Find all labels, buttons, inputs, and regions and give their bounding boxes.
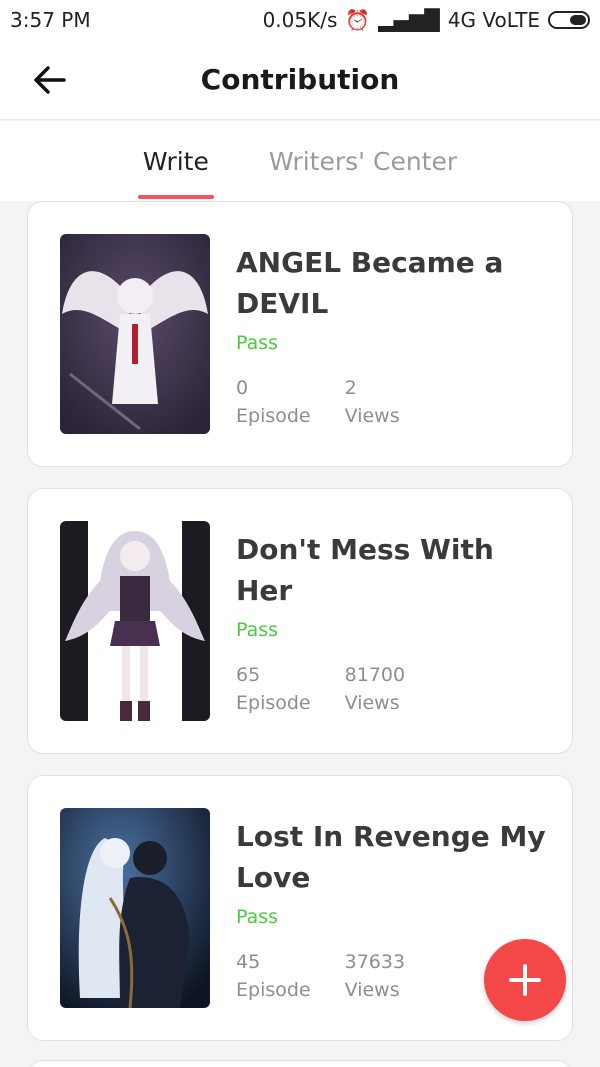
tab-bar: Write Writers' Center xyxy=(0,121,600,201)
views-label: Views xyxy=(344,692,400,714)
episode-stat: 45 Episode xyxy=(236,948,311,1004)
views-count: 37633 xyxy=(344,951,406,973)
signal-icon: ▂▄▆█ xyxy=(378,8,440,32)
book-title-line: DEVIL xyxy=(236,287,329,320)
add-book-button[interactable] xyxy=(484,939,566,1021)
back-button[interactable] xyxy=(28,58,72,102)
book-info: Lost In Revenge My Love Pass xyxy=(236,816,556,928)
book-card-partial[interactable] xyxy=(27,1060,573,1067)
status-indicators: 0.05K/s ⏰ ▂▄▆█ 4G VoLTE xyxy=(263,8,590,32)
book-status: Pass xyxy=(236,619,279,641)
episode-label: Episode xyxy=(236,692,311,714)
views-stat: 37633 Views xyxy=(345,948,405,1004)
tab-writers-center[interactable]: Writers' Center xyxy=(269,121,457,201)
episode-label: Episode xyxy=(236,979,311,1001)
book-title: Don't Mess With Her xyxy=(236,529,556,611)
book-title-line: Lost In Revenge My xyxy=(236,820,546,853)
book-title-line: Love xyxy=(236,861,311,894)
book-info: ANGEL Became a DEVIL Pass xyxy=(236,242,556,354)
battery-icon xyxy=(548,11,590,29)
episode-count: 0 xyxy=(236,377,249,399)
episode-count: 65 xyxy=(236,664,261,686)
episode-stat: 65 Episode xyxy=(236,661,311,717)
episode-label: Episode xyxy=(236,405,311,427)
arrow-left-icon xyxy=(34,66,66,94)
network-speed: 0.05K/s xyxy=(262,8,338,32)
views-label: Views xyxy=(344,405,400,427)
episode-stat: 0 Episode xyxy=(236,374,311,430)
plus-icon xyxy=(509,964,541,996)
book-info: Don't Mess With Her Pass xyxy=(236,529,556,641)
book-cover xyxy=(60,521,210,721)
book-card[interactable]: ANGEL Became a DEVIL Pass 0 Episode 2 Vi… xyxy=(27,201,573,467)
alarm-icon: ⏰ xyxy=(345,8,371,32)
views-count: 81700 xyxy=(344,664,406,686)
book-title: ANGEL Became a DEVIL xyxy=(236,242,556,324)
episode-count: 45 xyxy=(236,951,261,973)
views-label: Views xyxy=(344,979,400,1001)
book-status: Pass xyxy=(236,906,279,928)
book-cover xyxy=(60,234,210,434)
status-time: 3:57 PM xyxy=(10,8,91,32)
app-bar: Contribution xyxy=(0,40,600,120)
book-cover xyxy=(60,808,210,1008)
book-stats: 65 Episode 81700 Views xyxy=(236,661,405,717)
views-stat: 81700 Views xyxy=(345,661,405,717)
network-type: 4G VoLTE xyxy=(447,8,540,32)
book-stats: 0 Episode 2 Views xyxy=(236,374,400,430)
book-stats: 45 Episode 37633 Views xyxy=(236,948,405,1004)
status-bar: 3:57 PM 0.05K/s ⏰ ▂▄▆█ 4G VoLTE xyxy=(0,0,600,40)
book-title: Lost In Revenge My Love xyxy=(236,816,556,898)
page-title: Contribution xyxy=(200,63,400,96)
views-stat: 2 Views xyxy=(345,374,400,430)
views-count: 2 xyxy=(344,377,357,399)
book-title-line: Don't Mess With Her xyxy=(236,533,494,607)
tab-write[interactable]: Write xyxy=(143,121,209,201)
book-status: Pass xyxy=(236,332,279,354)
book-card[interactable]: Don't Mess With Her Pass 65 Episode 8170… xyxy=(27,488,573,754)
book-title-line: ANGEL Became a xyxy=(236,246,504,279)
